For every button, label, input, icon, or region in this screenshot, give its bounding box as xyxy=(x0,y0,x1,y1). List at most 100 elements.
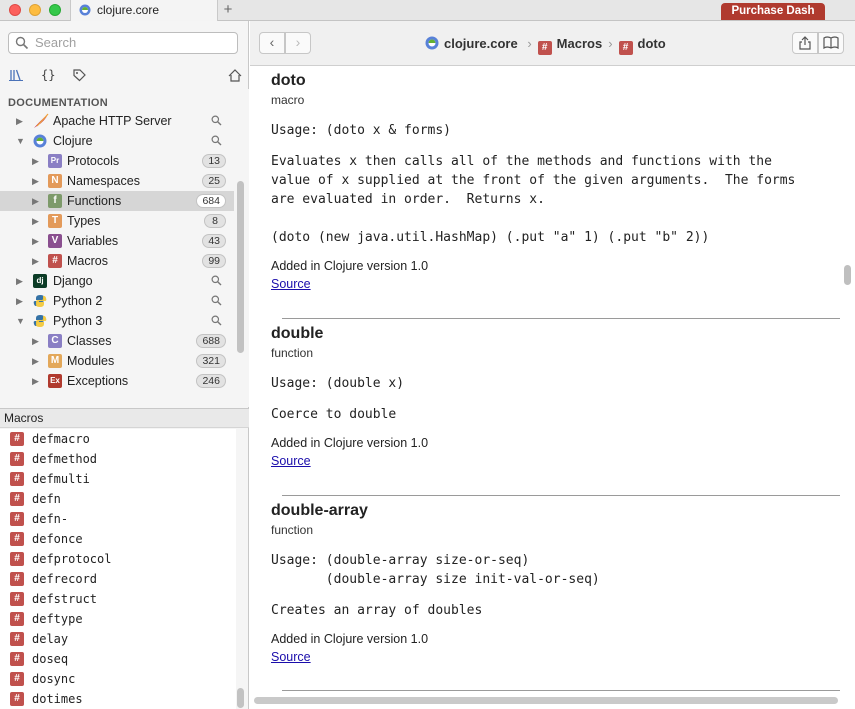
type-icon: T xyxy=(48,214,62,228)
macro-icon: # xyxy=(10,612,24,626)
entry-type: function xyxy=(271,346,314,360)
disclosure-collapsed-icon[interactable]: ▶ xyxy=(16,271,23,291)
python-icon xyxy=(33,315,47,327)
list-item[interactable]: # defmacro xyxy=(0,429,236,449)
sidebar-item-python-2[interactable]: ▶ Python 2 xyxy=(0,291,234,311)
sidebar-item-types[interactable]: ▶ T Types 8 xyxy=(0,211,234,231)
sidebar-item-macros[interactable]: ▶ # Macros 99 xyxy=(0,251,234,271)
docset-search-icon[interactable] xyxy=(211,135,222,146)
disclosure-collapsed-icon[interactable]: ▶ xyxy=(32,171,39,191)
docset-search-icon[interactable] xyxy=(211,315,222,326)
disclosure-collapsed-icon[interactable]: ▶ xyxy=(32,191,39,211)
count-badge: 688 xyxy=(196,334,226,348)
sidebar-item-label: Django xyxy=(53,274,93,288)
sidebar-item-modules[interactable]: ▶ M Modules 321 xyxy=(0,351,234,371)
forward-button[interactable]: › xyxy=(285,32,311,54)
tag-icon[interactable] xyxy=(73,69,86,85)
sidebar-item-exceptions[interactable]: ▶ Ex Exceptions 246 xyxy=(0,371,234,391)
list-item[interactable]: # delay xyxy=(0,629,236,649)
list-item[interactable]: # defonce xyxy=(0,529,236,549)
django-icon: dj xyxy=(33,274,47,288)
content-scrollbar[interactable] xyxy=(844,265,851,285)
entry-description: Creates an array of doubles xyxy=(271,603,483,618)
sidebar-item-namespaces[interactable]: ▶ N Namespaces 25 xyxy=(0,171,234,191)
entry-usage: Usage: (double-array size-or-seq) (doubl… xyxy=(271,553,600,587)
disclosure-expanded-icon[interactable]: ▼ xyxy=(16,131,25,151)
breadcrumb-separator: › xyxy=(608,36,613,51)
entry-usage: Usage: (double x) xyxy=(271,376,405,391)
docset-search-icon[interactable] xyxy=(211,275,222,286)
source-link[interactable]: Source xyxy=(271,650,831,664)
list-item[interactable]: # defstruct xyxy=(0,589,236,609)
zoom-window-button[interactable] xyxy=(49,4,61,16)
clojure-icon xyxy=(425,36,439,50)
sidebar-item-label: Functions xyxy=(67,194,122,208)
list-item[interactable]: # doseq xyxy=(0,649,236,669)
snippets-icon[interactable]: {} xyxy=(41,68,55,82)
sidebar-item-label: Modules xyxy=(67,354,115,368)
macro-icon: # xyxy=(10,532,24,546)
minimize-window-button[interactable] xyxy=(29,4,41,16)
count-badge: 684 xyxy=(196,194,226,208)
macro-icon: # xyxy=(10,432,24,446)
dash-window: clojure.core + Purchase Dash Search {} D… xyxy=(0,0,855,709)
sidebar-item-functions[interactable]: ▶ f Functions 684 xyxy=(0,191,234,211)
sidebar-item-python-3[interactable]: ▼ Python 3 xyxy=(0,311,234,331)
back-button[interactable]: ‹ xyxy=(259,32,285,54)
list-item[interactable]: # dosync xyxy=(0,669,236,689)
list-item[interactable]: # dotimes xyxy=(0,689,236,709)
bookmarks-button[interactable] xyxy=(818,32,844,54)
count-badge: 43 xyxy=(202,234,226,248)
sidebar-item-classes[interactable]: ▶ C Classes 688 xyxy=(0,331,234,351)
macro-icon: # xyxy=(10,472,24,486)
disclosure-collapsed-icon[interactable]: ▶ xyxy=(16,111,23,131)
disclosure-expanded-icon[interactable]: ▼ xyxy=(16,311,25,331)
macro-icon: # xyxy=(48,254,62,268)
sidebar-item-clojure[interactable]: ▼ Clojure xyxy=(0,131,234,151)
sidebar-item-django[interactable]: ▶ dj Django xyxy=(0,271,234,291)
sidebar-item-protocols[interactable]: ▶ Pr Protocols 13 xyxy=(0,151,234,171)
disclosure-collapsed-icon[interactable]: ▶ xyxy=(32,231,39,251)
list-item[interactable]: # defmethod xyxy=(0,449,236,469)
list-item[interactable]: # defn- xyxy=(0,509,236,529)
divider xyxy=(282,690,840,691)
docset-search-icon[interactable] xyxy=(211,295,222,306)
tree-scrollbar[interactable] xyxy=(237,181,244,353)
sidebar-item-apache-http-server[interactable]: ▶ Apache HTTP Server xyxy=(0,111,234,131)
breadcrumb-macros[interactable]: # Macros xyxy=(537,36,602,55)
disclosure-collapsed-icon[interactable]: ▶ xyxy=(32,211,39,231)
disclosure-collapsed-icon[interactable]: ▶ xyxy=(32,351,39,371)
share-button[interactable] xyxy=(792,32,818,54)
source-link[interactable]: Source xyxy=(271,454,831,468)
disclosure-collapsed-icon[interactable]: ▶ xyxy=(16,291,23,311)
search-input[interactable]: Search xyxy=(8,32,238,54)
list-item[interactable]: # defprotocol xyxy=(0,549,236,569)
docset-search-icon[interactable] xyxy=(211,115,222,126)
doc-entry-double-array: double-array function Usage: (double-arr… xyxy=(271,502,831,664)
close-window-button[interactable] xyxy=(9,4,21,16)
new-tab-button[interactable]: + xyxy=(220,0,236,21)
list-item[interactable]: # deftype xyxy=(0,609,236,629)
list-item[interactable]: # defmulti xyxy=(0,469,236,489)
docsets-icon[interactable] xyxy=(9,69,23,84)
home-icon[interactable] xyxy=(228,69,242,85)
sidebar-item-label: Types xyxy=(67,214,101,228)
entry-type: macro xyxy=(271,93,305,107)
disclosure-collapsed-icon[interactable]: ▶ xyxy=(32,151,39,171)
content-horizontal-scrollbar[interactable] xyxy=(254,697,838,704)
breadcrumb-docset[interactable]: clojure.core xyxy=(425,36,521,51)
sidebar-item-label: Python 3 xyxy=(53,314,103,328)
count-badge: 321 xyxy=(196,354,226,368)
disclosure-collapsed-icon[interactable]: ▶ xyxy=(32,371,39,391)
sidebar-item-variables[interactable]: ▶ V Variables 43 xyxy=(0,231,234,251)
breadcrumb-entry[interactable]: # doto xyxy=(618,36,666,55)
list-item[interactable]: # defn xyxy=(0,489,236,509)
source-link[interactable]: Source xyxy=(271,277,831,291)
purchase-dash-button[interactable]: Purchase Dash xyxy=(721,3,825,20)
browser-tab[interactable]: clojure.core xyxy=(70,0,218,21)
entry-description: Evaluates x then calls all of the method… xyxy=(271,154,796,207)
disclosure-collapsed-icon[interactable]: ▶ xyxy=(32,331,39,351)
disclosure-collapsed-icon[interactable]: ▶ xyxy=(32,251,39,271)
macros-list-scrollbar[interactable] xyxy=(237,688,244,708)
list-item[interactable]: # defrecord xyxy=(0,569,236,589)
